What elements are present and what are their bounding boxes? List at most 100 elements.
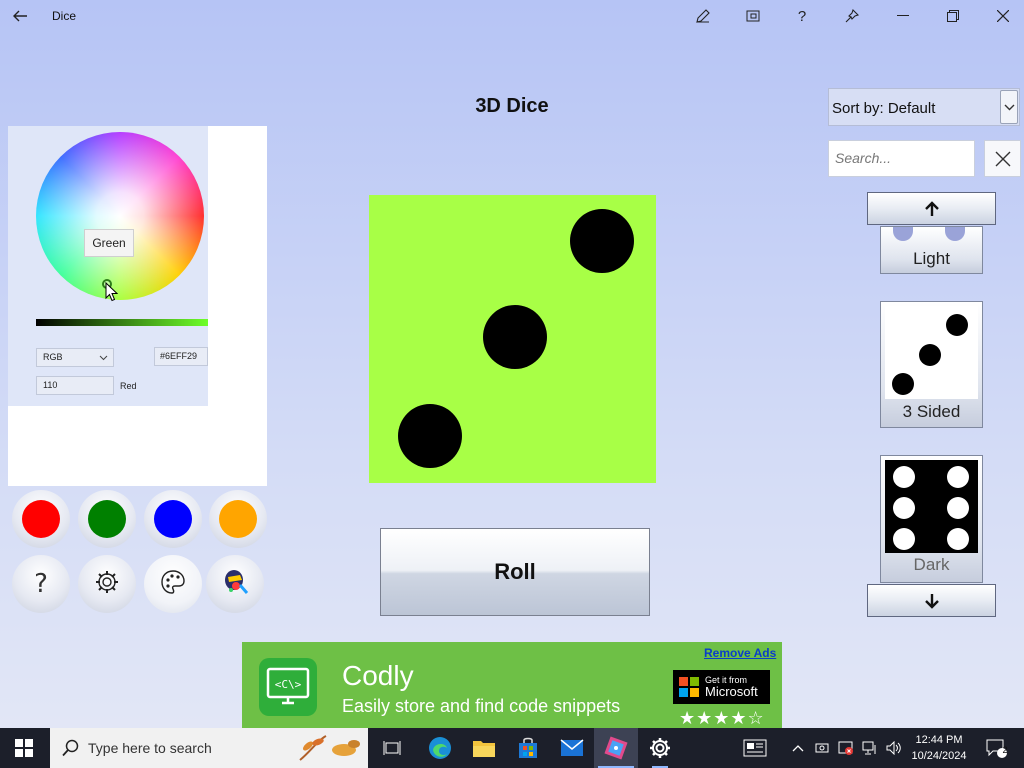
- color-preview-area: [8, 406, 267, 486]
- die-pip: [947, 528, 969, 550]
- die-pip: [919, 344, 941, 366]
- security-alert-icon[interactable]: [834, 728, 858, 768]
- color-mode-value: RGB: [43, 352, 63, 362]
- file-explorer-icon[interactable]: [462, 728, 506, 768]
- channel-value-input[interactable]: 110: [36, 376, 114, 395]
- settings-button[interactable]: [78, 555, 136, 613]
- close-icon[interactable]: [980, 0, 1024, 32]
- task-view-icon[interactable]: [370, 728, 414, 768]
- swatch-orange-button[interactable]: [209, 490, 267, 548]
- painter-button[interactable]: [206, 555, 264, 613]
- dice-item-dark[interactable]: Dark: [880, 455, 983, 583]
- die-pip: [398, 404, 462, 468]
- title-bar: Dice ?: [0, 0, 1024, 32]
- minimize-icon[interactable]: [880, 0, 926, 32]
- taskbar-clock[interactable]: 12:44 PM 10/24/2024: [906, 732, 972, 764]
- help-icon: ?: [34, 569, 48, 599]
- dice-item-3-sided[interactable]: 3 Sided: [880, 301, 983, 428]
- edge-browser-icon[interactable]: [418, 728, 462, 768]
- channel-label: Red: [120, 381, 137, 391]
- sort-label: Sort by: Default: [832, 100, 936, 117]
- sort-dropdown[interactable]: Sort by: Default: [828, 88, 1020, 126]
- die-pip: [947, 497, 969, 519]
- die-pip: [893, 227, 913, 241]
- red-swatch: [22, 500, 60, 538]
- ad-banner[interactable]: <C\> Codly Easily store and find code sn…: [242, 642, 782, 728]
- restore-icon[interactable]: [930, 0, 976, 32]
- color-mode-select[interactable]: RGB: [36, 348, 114, 367]
- roll-button[interactable]: Roll: [380, 528, 650, 616]
- clock-time: 12:44 PM: [915, 734, 963, 746]
- blue-swatch: [154, 500, 192, 538]
- mail-icon[interactable]: [550, 728, 594, 768]
- scroll-down-button[interactable]: [867, 584, 996, 617]
- window-title: Dice: [52, 9, 77, 23]
- help-button[interactable]: ?: [12, 555, 70, 613]
- arrow-up-icon: [924, 200, 939, 216]
- dice-app-icon[interactable]: [594, 728, 638, 768]
- network-icon[interactable]: [858, 728, 882, 768]
- ad-subtitle: Easily store and find code snippets: [342, 696, 621, 716]
- notifications-icon[interactable]: 2: [976, 728, 1016, 768]
- die-pip: [892, 373, 914, 395]
- dice-item-label: Light: [913, 249, 950, 268]
- ad-title: Codly: [342, 660, 414, 691]
- taskbar-search-box[interactable]: Type here to search: [50, 728, 368, 768]
- windows-start-icon[interactable]: [2, 728, 46, 768]
- taskbar-search-placeholder: Type here to search: [88, 740, 212, 756]
- green-swatch: [88, 500, 126, 538]
- scroll-up-button[interactable]: [867, 192, 996, 225]
- close-icon: [995, 151, 1010, 166]
- chevron-up-icon[interactable]: [786, 728, 810, 768]
- settings-gear-icon[interactable]: [638, 728, 682, 768]
- color-wheel[interactable]: [36, 132, 204, 300]
- search-icon: [62, 739, 79, 757]
- swatch-blue-button[interactable]: [144, 490, 202, 548]
- die-face[interactable]: [369, 195, 656, 483]
- arrow-down-icon: [924, 593, 939, 609]
- dice-item-label: Dark: [913, 555, 950, 574]
- dice-item-label: 3 Sided: [902, 402, 961, 421]
- hex-input[interactable]: #6EFF29: [154, 347, 208, 366]
- die-pip: [945, 227, 965, 241]
- microsoft-logo-icon: [679, 677, 699, 697]
- taskbar: Type here to search 12:44 PM 10/24/2024 …: [0, 728, 1024, 768]
- color-tooltip: Green: [84, 229, 134, 257]
- search-placeholder: Search...: [835, 150, 892, 166]
- help-icon[interactable]: ?: [779, 0, 825, 32]
- badge-line2: Microsoft: [705, 684, 758, 699]
- news-widget-icon[interactable]: [733, 728, 777, 768]
- color-preview-strip: [208, 126, 267, 406]
- search-input[interactable]: Search...: [828, 140, 975, 177]
- dice-thumbnail: [885, 306, 978, 399]
- die-pip: [893, 497, 915, 519]
- dice-thumbnail: [885, 460, 978, 553]
- painter-icon: [220, 567, 250, 602]
- dice-item-light[interactable]: Light: [880, 226, 983, 274]
- codly-logo-icon: <C\>: [259, 658, 317, 716]
- swatch-red-button[interactable]: [12, 490, 70, 548]
- die-pip: [570, 209, 634, 273]
- mouse-cursor-icon: [105, 281, 119, 307]
- back-arrow-icon[interactable]: [10, 6, 32, 26]
- remove-ads-link[interactable]: Remove Ads: [704, 646, 776, 660]
- chevron-down-icon: [99, 353, 108, 363]
- pin-icon[interactable]: [829, 0, 875, 32]
- brightness-slider[interactable]: [36, 319, 208, 326]
- clock-date: 10/24/2024: [911, 750, 967, 762]
- die-pip: [483, 305, 547, 369]
- microsoft-store-badge[interactable]: Get it from Microsoft: [673, 670, 770, 704]
- microsoft-store-icon[interactable]: [506, 728, 550, 768]
- meet-now-icon[interactable]: [810, 728, 834, 768]
- theme-button[interactable]: [144, 555, 202, 613]
- swatch-green-button[interactable]: [78, 490, 136, 548]
- autumn-leaves-icon: [299, 735, 360, 761]
- edit-icon[interactable]: [680, 0, 726, 32]
- clear-search-button[interactable]: [984, 140, 1021, 177]
- ad-rating-stars: ★★★★☆: [679, 708, 765, 728]
- compact-overlay-icon[interactable]: [730, 0, 776, 32]
- chevron-down-icon[interactable]: [1000, 90, 1018, 124]
- die-pip: [947, 466, 969, 488]
- settings-gear-icon: [94, 569, 120, 600]
- volume-icon[interactable]: [882, 728, 906, 768]
